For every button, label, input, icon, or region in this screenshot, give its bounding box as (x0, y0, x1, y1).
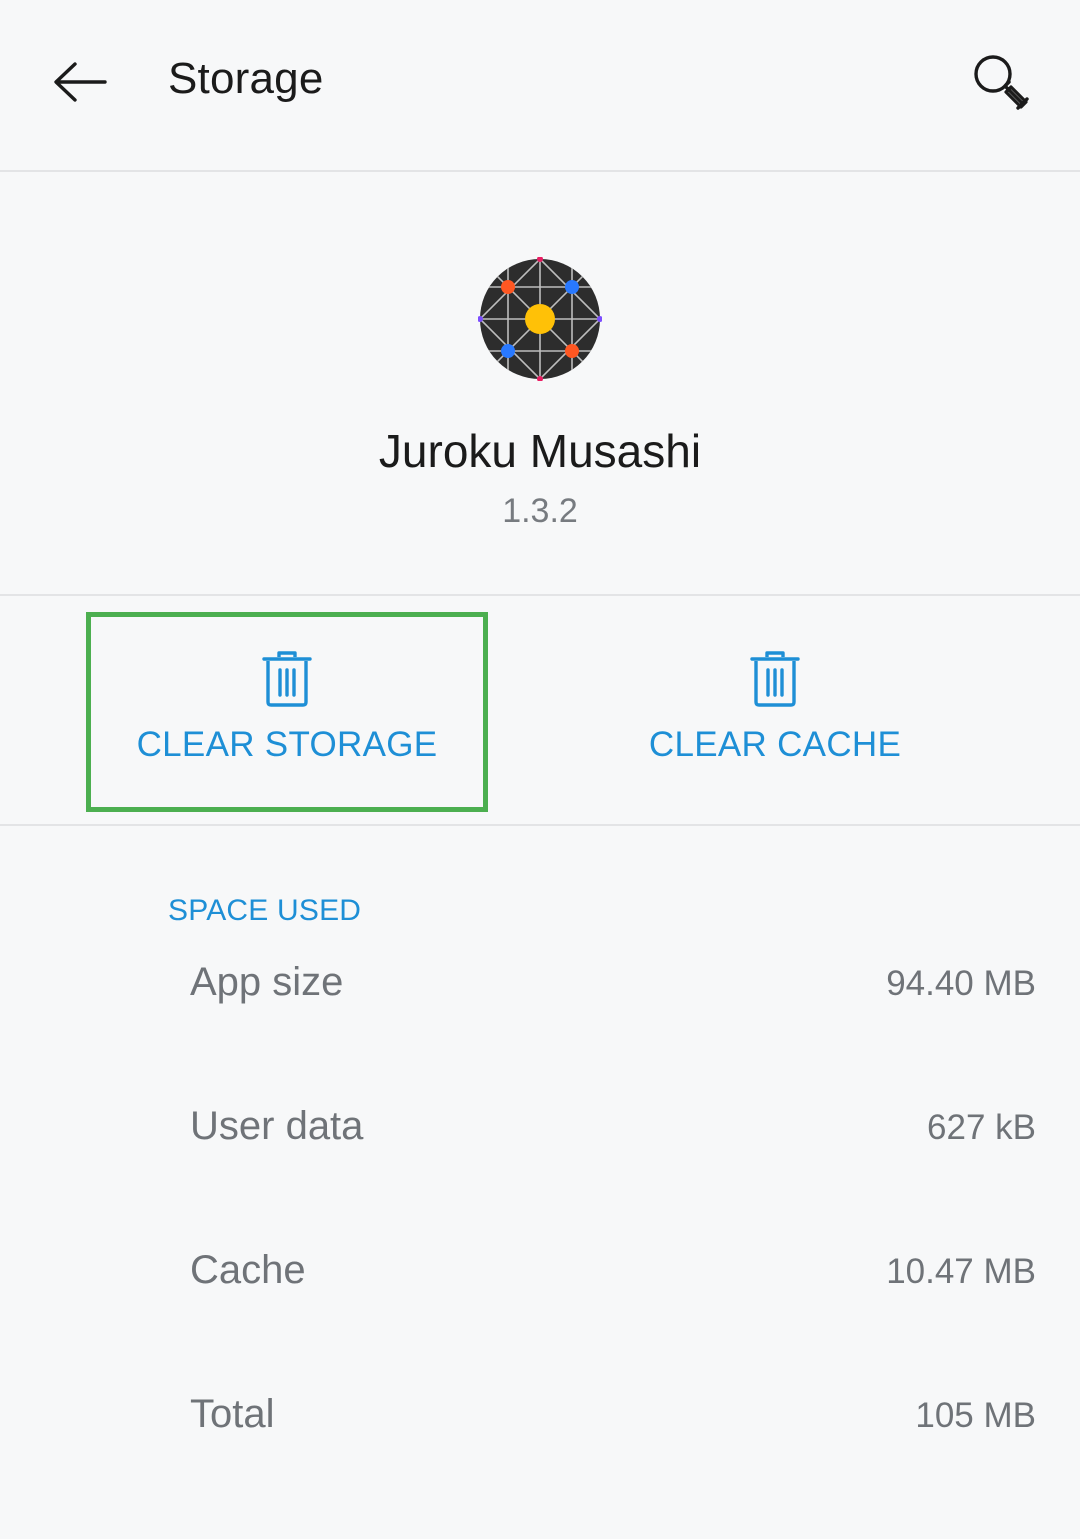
app-version: 1.3.2 (502, 492, 578, 530)
list-item-cache: Cache 10.47 MB (0, 1248, 1080, 1328)
arrow-left-icon (54, 62, 107, 102)
trash-icon (262, 651, 312, 707)
app-bar: Storage (0, 0, 1080, 172)
row-value: 10.47 MB (886, 1252, 1036, 1291)
row-value: 627 kB (927, 1108, 1036, 1147)
list-item-total: Total 105 MB (0, 1392, 1080, 1472)
row-label: User data (190, 1104, 364, 1148)
app-name: Juroku Musashi (378, 425, 702, 477)
list-item-app-size: App size 94.40 MB (0, 960, 1080, 1040)
trash-icon (750, 651, 800, 707)
row-value: 94.40 MB (886, 964, 1036, 1003)
section-title-space-used: SPACE USED (168, 894, 362, 927)
search-icon (974, 55, 1029, 110)
page-title: Storage (168, 54, 324, 103)
search-button[interactable] (956, 40, 1046, 124)
app-header: Juroku Musashi 1.3.2 (0, 172, 1080, 596)
row-label: Total (190, 1392, 275, 1436)
app-icon (477, 256, 603, 382)
list-item-user-data: User data 627 kB (0, 1104, 1080, 1184)
row-value: 105 MB (915, 1396, 1036, 1435)
back-button[interactable] (34, 42, 126, 122)
row-label: Cache (190, 1248, 306, 1292)
row-label: App size (190, 960, 344, 1004)
storage-actions: CLEAR STORAGE CLEAR CACHE (0, 596, 1080, 826)
clear-cache-button[interactable]: CLEAR CACHE (574, 612, 976, 812)
clear-cache-label: CLEAR CACHE (648, 725, 902, 764)
clear-storage-button[interactable]: CLEAR STORAGE (86, 612, 488, 812)
clear-storage-label: CLEAR STORAGE (136, 725, 438, 764)
